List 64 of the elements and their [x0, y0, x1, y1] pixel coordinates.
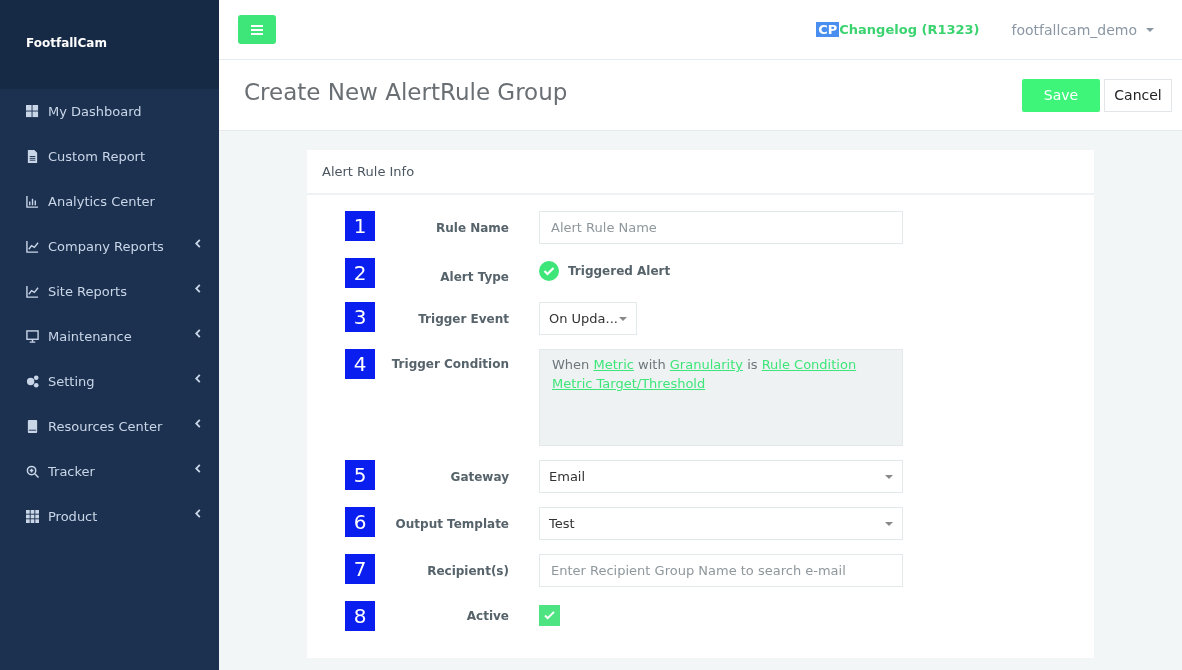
check-icon [544, 611, 555, 620]
monitor-icon [26, 330, 39, 343]
sidebar-item[interactable]: Analytics Center [0, 179, 219, 224]
grid-icon [26, 510, 39, 523]
select-dropdown[interactable]: Email [539, 460, 903, 493]
chevron-icon [195, 239, 201, 248]
field-label: Active [465, 609, 509, 623]
magnifier-icon [26, 465, 39, 478]
field-label: Trigger Condition [390, 356, 509, 371]
sidebar-item[interactable]: Product [0, 494, 219, 539]
chevron-icon [195, 284, 201, 293]
grid-icon [26, 105, 39, 118]
checkbox[interactable] [539, 605, 560, 626]
chevron-icon [195, 329, 201, 338]
field-label: Rule Name [435, 220, 509, 235]
field-label: Trigger Event [417, 311, 509, 326]
menu-icon [251, 24, 263, 35]
condition-text: When [552, 357, 590, 372]
cancel-button[interactable]: Cancel [1104, 78, 1172, 112]
caret-icon [1146, 27, 1154, 32]
chevron-icon [195, 374, 201, 383]
caret-icon [885, 474, 893, 479]
field-label: Output Template [394, 516, 509, 531]
sidebar-item[interactable]: Setting [0, 359, 219, 404]
chevron-icon [195, 419, 201, 428]
line-chart-icon [26, 240, 39, 253]
step-number: 4 [345, 349, 375, 379]
radio-option[interactable]: Triggered Alert [539, 258, 903, 281]
page-title: Create New AlertRule Group [244, 79, 568, 105]
book-icon [26, 420, 39, 433]
brand-name: FootfallCam [26, 35, 107, 50]
select-dropdown[interactable]: On Upda... [539, 302, 637, 335]
field-label: Alert Type [439, 269, 509, 284]
step-number: 7 [345, 554, 375, 584]
condition-text: with [638, 357, 666, 372]
step-number: 2 [345, 258, 375, 288]
sidebar-item[interactable]: Site Reports [0, 269, 219, 314]
field-label: Gateway [449, 469, 509, 484]
line-chart-icon [26, 285, 39, 298]
input-field[interactable]: Alert Rule Name [539, 211, 903, 244]
sidebar-item[interactable]: Resources Center [0, 404, 219, 449]
step-number: 3 [345, 302, 375, 332]
sidebar-item[interactable]: My Dashboard [0, 89, 219, 134]
input-field[interactable]: Enter Recipient Group Name to search e-mail [539, 554, 903, 587]
step-number: 1 [345, 211, 375, 241]
sidebar-item[interactable]: Company Reports [0, 224, 219, 269]
sidebar-item[interactable]: Maintenance [0, 314, 219, 359]
sidebar-item[interactable]: Tracker [0, 449, 219, 494]
card-title: Alert Rule Info [322, 164, 415, 179]
menu-button[interactable] [238, 15, 276, 44]
step-number: 5 [345, 460, 375, 490]
document-icon [26, 150, 39, 163]
chevron-icon [195, 464, 201, 473]
step-number: 6 [345, 507, 375, 537]
caret-icon [619, 316, 627, 321]
field-label: Recipient(s) [426, 563, 509, 578]
select-dropdown[interactable]: Test [539, 507, 903, 540]
check-circle-icon[interactable] [539, 261, 559, 281]
condition-text: is [747, 357, 758, 372]
bar-chart-icon [26, 195, 39, 208]
step-number: 8 [345, 601, 375, 631]
chevron-icon [195, 509, 201, 518]
caret-icon [885, 521, 893, 526]
sidebar-item[interactable]: Custom Report [0, 134, 219, 179]
